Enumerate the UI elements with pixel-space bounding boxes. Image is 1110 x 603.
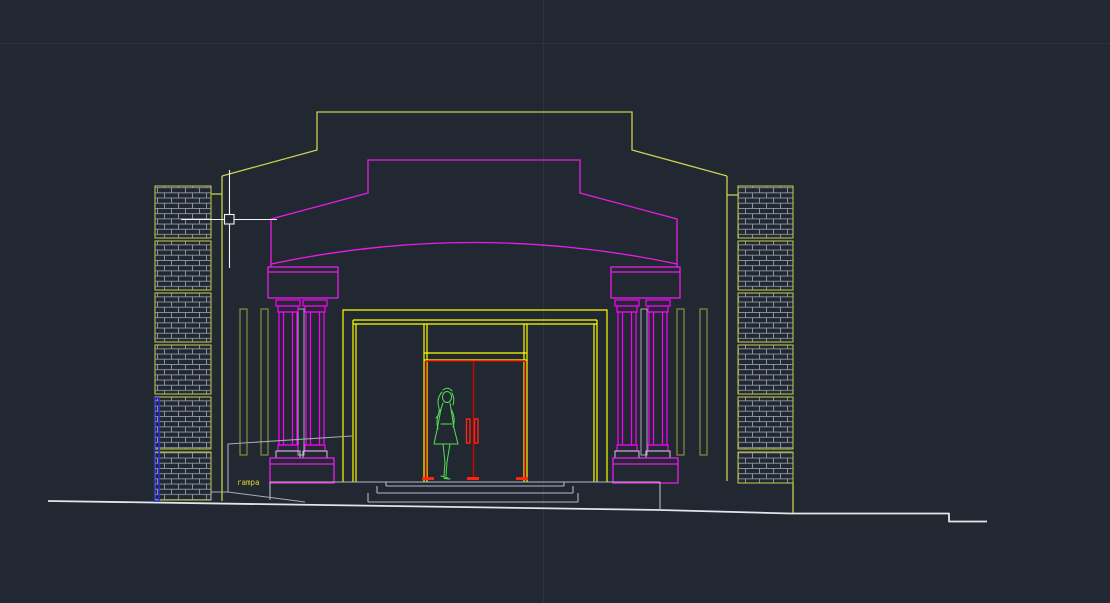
arch-curve [271, 243, 677, 265]
pilaster-strip [240, 309, 247, 455]
cad-viewport[interactable]: rampa [0, 0, 1110, 603]
person-head [443, 392, 452, 403]
pilaster-strip [700, 309, 707, 455]
step [386, 482, 564, 486]
gray-strip [641, 309, 647, 455]
plinth [303, 451, 327, 458]
parapet-pediment [271, 160, 677, 267]
plinth [276, 451, 300, 458]
brick-pillar-right [738, 186, 793, 483]
wall-pillar-connectors [211, 194, 738, 195]
drawing-canvas[interactable] [0, 0, 1110, 603]
door-inner-jambs [353, 320, 597, 482]
pedestal-left [270, 458, 334, 483]
door-handle [467, 419, 471, 443]
door-transom [424, 353, 527, 360]
entablature-boxes [268, 267, 680, 298]
ramp-and-railing [211, 436, 352, 502]
brick-panel [738, 452, 793, 483]
person-legs [443, 444, 450, 476]
brick-panel [155, 345, 211, 394]
pilaster-strip [261, 309, 268, 455]
ramp-annotation-label: rampa [237, 479, 260, 487]
person-figure [434, 388, 458, 479]
column [276, 300, 300, 451]
ground-line [48, 501, 987, 522]
door-leaf-frames [426, 361, 525, 480]
brick-panel [738, 397, 793, 449]
brick-panel [738, 293, 793, 342]
plinth [646, 451, 670, 458]
door-inner-header [353, 320, 597, 324]
column [303, 300, 327, 451]
brick-panel [738, 345, 793, 394]
brick-pillar-left [155, 186, 211, 500]
step [368, 493, 578, 502]
parapet-outline [271, 160, 677, 267]
entrance-door [422, 361, 528, 480]
brick-panel [738, 241, 793, 290]
brick-panel [155, 452, 211, 500]
pedestal-right [613, 458, 678, 483]
gray-strips [298, 309, 647, 455]
roofline [222, 112, 727, 176]
brick-panel [155, 186, 211, 238]
door-opening-jambs [424, 324, 527, 482]
ramp-surface [211, 492, 305, 502]
pickbox [225, 215, 235, 225]
gray-strip [298, 309, 304, 455]
brick-panel [155, 397, 211, 449]
brick-panel [738, 186, 793, 238]
brick-panel [155, 241, 211, 290]
door-surround [343, 310, 607, 482]
column [615, 300, 639, 451]
person-feet [441, 476, 450, 479]
door-outer-frame [343, 310, 607, 482]
pilaster-strip [677, 309, 684, 455]
brick-panel [155, 293, 211, 342]
column [646, 300, 670, 451]
plinth [615, 451, 639, 458]
door-handle [475, 419, 479, 443]
